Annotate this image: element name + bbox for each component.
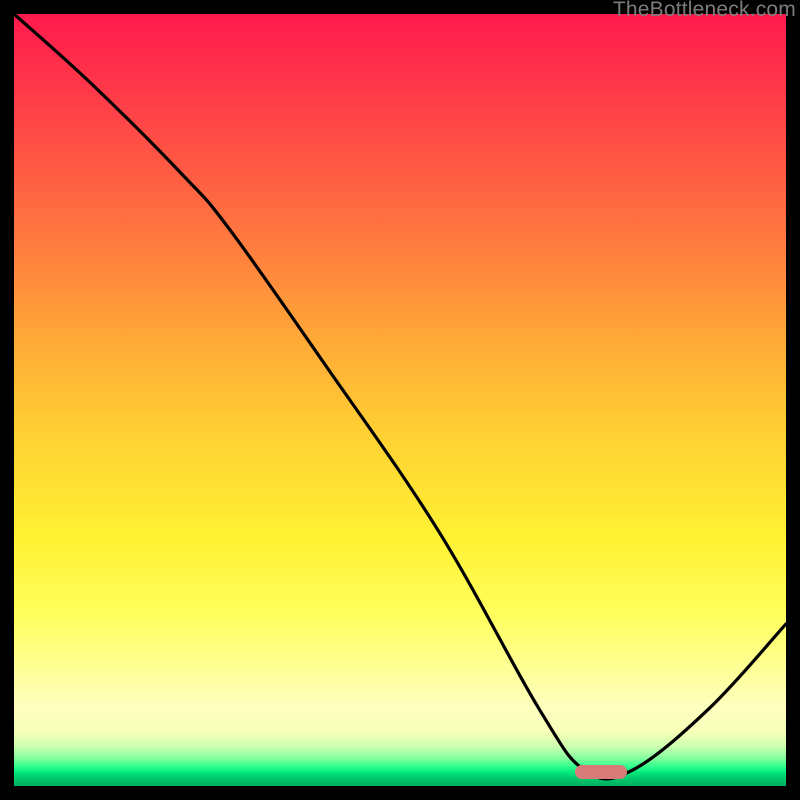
plot-area — [14, 14, 786, 786]
chart-frame — [0, 0, 800, 800]
bottleneck-curve — [14, 14, 786, 786]
optimum-marker — [575, 765, 627, 779]
